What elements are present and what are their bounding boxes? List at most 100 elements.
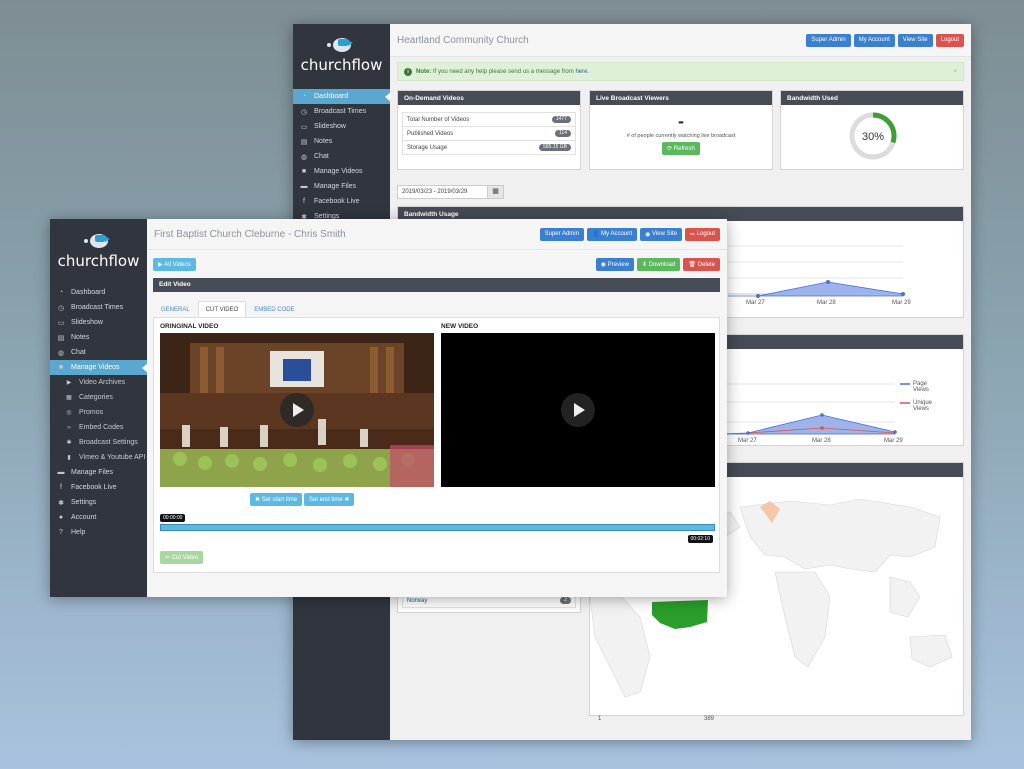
cloud-camera-icon [326, 34, 357, 52]
front-my-account-button[interactable]: 👤 My Account [586, 227, 638, 241]
back-nav-chat[interactable]: ◍ Chat [293, 149, 390, 164]
user-icon: ● [58, 514, 64, 521]
facebook-icon: f [60, 484, 62, 491]
back-logout-button[interactable]: Logout [935, 33, 964, 47]
refresh-button[interactable]: ⟳ Refresh [662, 142, 700, 155]
back-my-account-button[interactable]: My Account [853, 33, 895, 47]
map-scale-max: 389 [704, 716, 715, 722]
help-link[interactable]: here. [575, 69, 589, 75]
sidebar-item-chat[interactable]: ◍ Chat [50, 345, 147, 360]
notes-icon: ▤ [300, 138, 308, 146]
sidebar-item-settings[interactable]: ✱ Settings [50, 495, 147, 510]
grid-icon: ▦ [66, 395, 72, 401]
sidebar-item-label: Promos [79, 409, 104, 416]
back-nav-manage-videos[interactable]: ■ Manage Videos [293, 164, 390, 179]
set-end-time-button[interactable]: Set end time ✖ [304, 493, 355, 506]
back-nav-dashboard[interactable]: ◔ Dashboard [293, 89, 391, 104]
sidebar-item-vimeo-youtube-api[interactable]: ▮ Vimeo & Youtube API [50, 450, 147, 465]
x-tick: Mar 28 [817, 300, 836, 306]
cloud-camera-icon [83, 230, 114, 248]
x-tick: Mar 29 [892, 300, 911, 306]
sidebar-item-label: Notes [71, 334, 90, 341]
preview-button[interactable]: ◉ Preview [595, 258, 634, 271]
video-icon: ■ [301, 168, 307, 175]
sidebar-item-label: Embed Codes [79, 424, 124, 431]
alert-close-icon[interactable]: × [953, 69, 957, 75]
help-alert: i Note: If you need any help please send… [397, 62, 964, 81]
clock-icon: ◷ [300, 108, 308, 116]
sidebar-item-promos[interactable]: ◎ Promos [50, 405, 147, 420]
sidebar-item-label: Dashboard [71, 289, 106, 296]
chart-point [826, 280, 830, 284]
sidebar-item-label: Manage Videos [71, 364, 120, 371]
sidebar-item-dashboard[interactable]: ◔ Dashboard [50, 285, 147, 300]
sidebar-item-categories[interactable]: ▦ Categories [50, 390, 147, 405]
lock-icon: ▮ [67, 455, 71, 461]
calendar-icon: ▦ [487, 186, 503, 198]
legend-page-views: Page Views [913, 381, 929, 393]
clock-icon: ◷ [57, 304, 65, 312]
tab-cut-video[interactable]: CUT VIDEO [197, 301, 247, 317]
back-nav-broadcast-times[interactable]: ◷ Broadcast Times [293, 104, 390, 119]
facebook-icon: f [303, 198, 305, 205]
sidebar-item-broadcast-times[interactable]: ◷ Broadcast Times [50, 300, 147, 315]
sidebar-item-facebook-live[interactable]: f Facebook Live [50, 480, 147, 495]
set-start-time-button[interactable]: ✖ Set start time [250, 493, 303, 506]
tab-general[interactable]: GENERAL [153, 301, 198, 317]
video-icon: ■ [58, 364, 64, 371]
cut-video-body: ORINGINAL VIDEO NEW VIDEO ✖ Set start ti… [153, 318, 720, 573]
sidebar-item-label: Chat [71, 349, 86, 356]
front-logout-button[interactable]: ⇨ Logout [684, 227, 720, 241]
tab-embed-code[interactable]: EMBED CODE [246, 301, 302, 317]
back-topbar: Heartland Community Church Super Admin M… [390, 24, 971, 57]
cut-range-slider[interactable] [160, 524, 715, 531]
map-scale-min: 1 [598, 716, 602, 722]
back-nav-facebook-live[interactable]: f Facebook Live [293, 194, 390, 209]
sidebar-item-notes[interactable]: ▤ Notes [50, 330, 147, 345]
sidebar-item-label: Broadcast Settings [79, 439, 138, 446]
sidebar-item-help[interactable]: ? Help [50, 525, 147, 540]
ondemand-title: On-Demand Videos [398, 91, 580, 105]
sidebar-item-broadcast-settings[interactable]: ✱ Broadcast Settings [50, 435, 147, 450]
back-view-site-button[interactable]: View Site [897, 33, 933, 47]
chart-point [756, 294, 760, 298]
back-super-admin-button[interactable]: Super Admin [806, 33, 851, 47]
back-nav-slideshow[interactable]: ▭ Slideshow [293, 119, 390, 134]
front-page-title: First Baptist Church Cleburne - Chris Sm… [154, 228, 346, 240]
front-logo: churchflow [50, 219, 147, 287]
front-nav: ◔ Dashboard ◷ Broadcast Times ▭ Slideshow ▤ Not… [50, 285, 148, 540]
live-viewers-title: Live Broadcast Viewers [590, 91, 772, 105]
usa-region [652, 600, 708, 629]
sidebar-item-manage-files[interactable]: ▬ Manage Files [50, 465, 147, 480]
play-icon: ▶ [66, 380, 72, 386]
date-range-picker[interactable]: 2019/03/23 - 2019/03/29 ▦ [397, 185, 504, 199]
sidebar-item-manage-videos[interactable]: ■ Manage Videos [50, 360, 148, 375]
back-nav-manage-files[interactable]: ▬ Manage Files [293, 179, 390, 194]
notes-icon: ▤ [57, 334, 65, 342]
x-tick: Mar 28 [812, 438, 831, 444]
sidebar-item-embed-codes[interactable]: ‹› Embed Codes [50, 420, 147, 435]
new-video-player[interactable] [441, 333, 715, 487]
cut-video-button[interactable]: ✂ Cut Video [160, 551, 203, 564]
back-nav-notes[interactable]: ▤ Notes [293, 134, 390, 149]
download-button[interactable]: ⬇ Download [636, 258, 681, 271]
front-window: churchflow ◔ Dashboard ◷ Broadcast Times ▭ Sl… [50, 219, 727, 597]
sidebar-item-label: Facebook Live [71, 484, 117, 491]
x-tick: Mar 27 [738, 438, 757, 444]
sidebar-item-slideshow[interactable]: ▭ Slideshow [50, 315, 147, 330]
delete-button[interactable]: 🗑 Delete [683, 258, 720, 271]
original-video-player[interactable] [160, 333, 434, 487]
play-icon[interactable] [280, 393, 314, 427]
front-view-site-button[interactable]: ◉ View Site [640, 227, 682, 241]
stat-row: Published Videos 114 [402, 126, 576, 141]
svg-text:30%: 30% [862, 131, 884, 143]
sidebar-item-video-archives[interactable]: ▶ Video Archives [50, 375, 147, 390]
front-super-admin-button[interactable]: Super Admin [539, 227, 584, 241]
bandwidth-donut: 30% [849, 112, 897, 160]
play-icon[interactable] [561, 393, 595, 427]
legend-unique-views: Unique Views [913, 400, 933, 412]
live-viewers-count: - [678, 111, 684, 131]
all-videos-button[interactable]: ▶ All Videos [153, 258, 196, 271]
x-tick: Mar 27 [746, 300, 765, 306]
sidebar-item-account[interactable]: ● Account [50, 510, 147, 525]
